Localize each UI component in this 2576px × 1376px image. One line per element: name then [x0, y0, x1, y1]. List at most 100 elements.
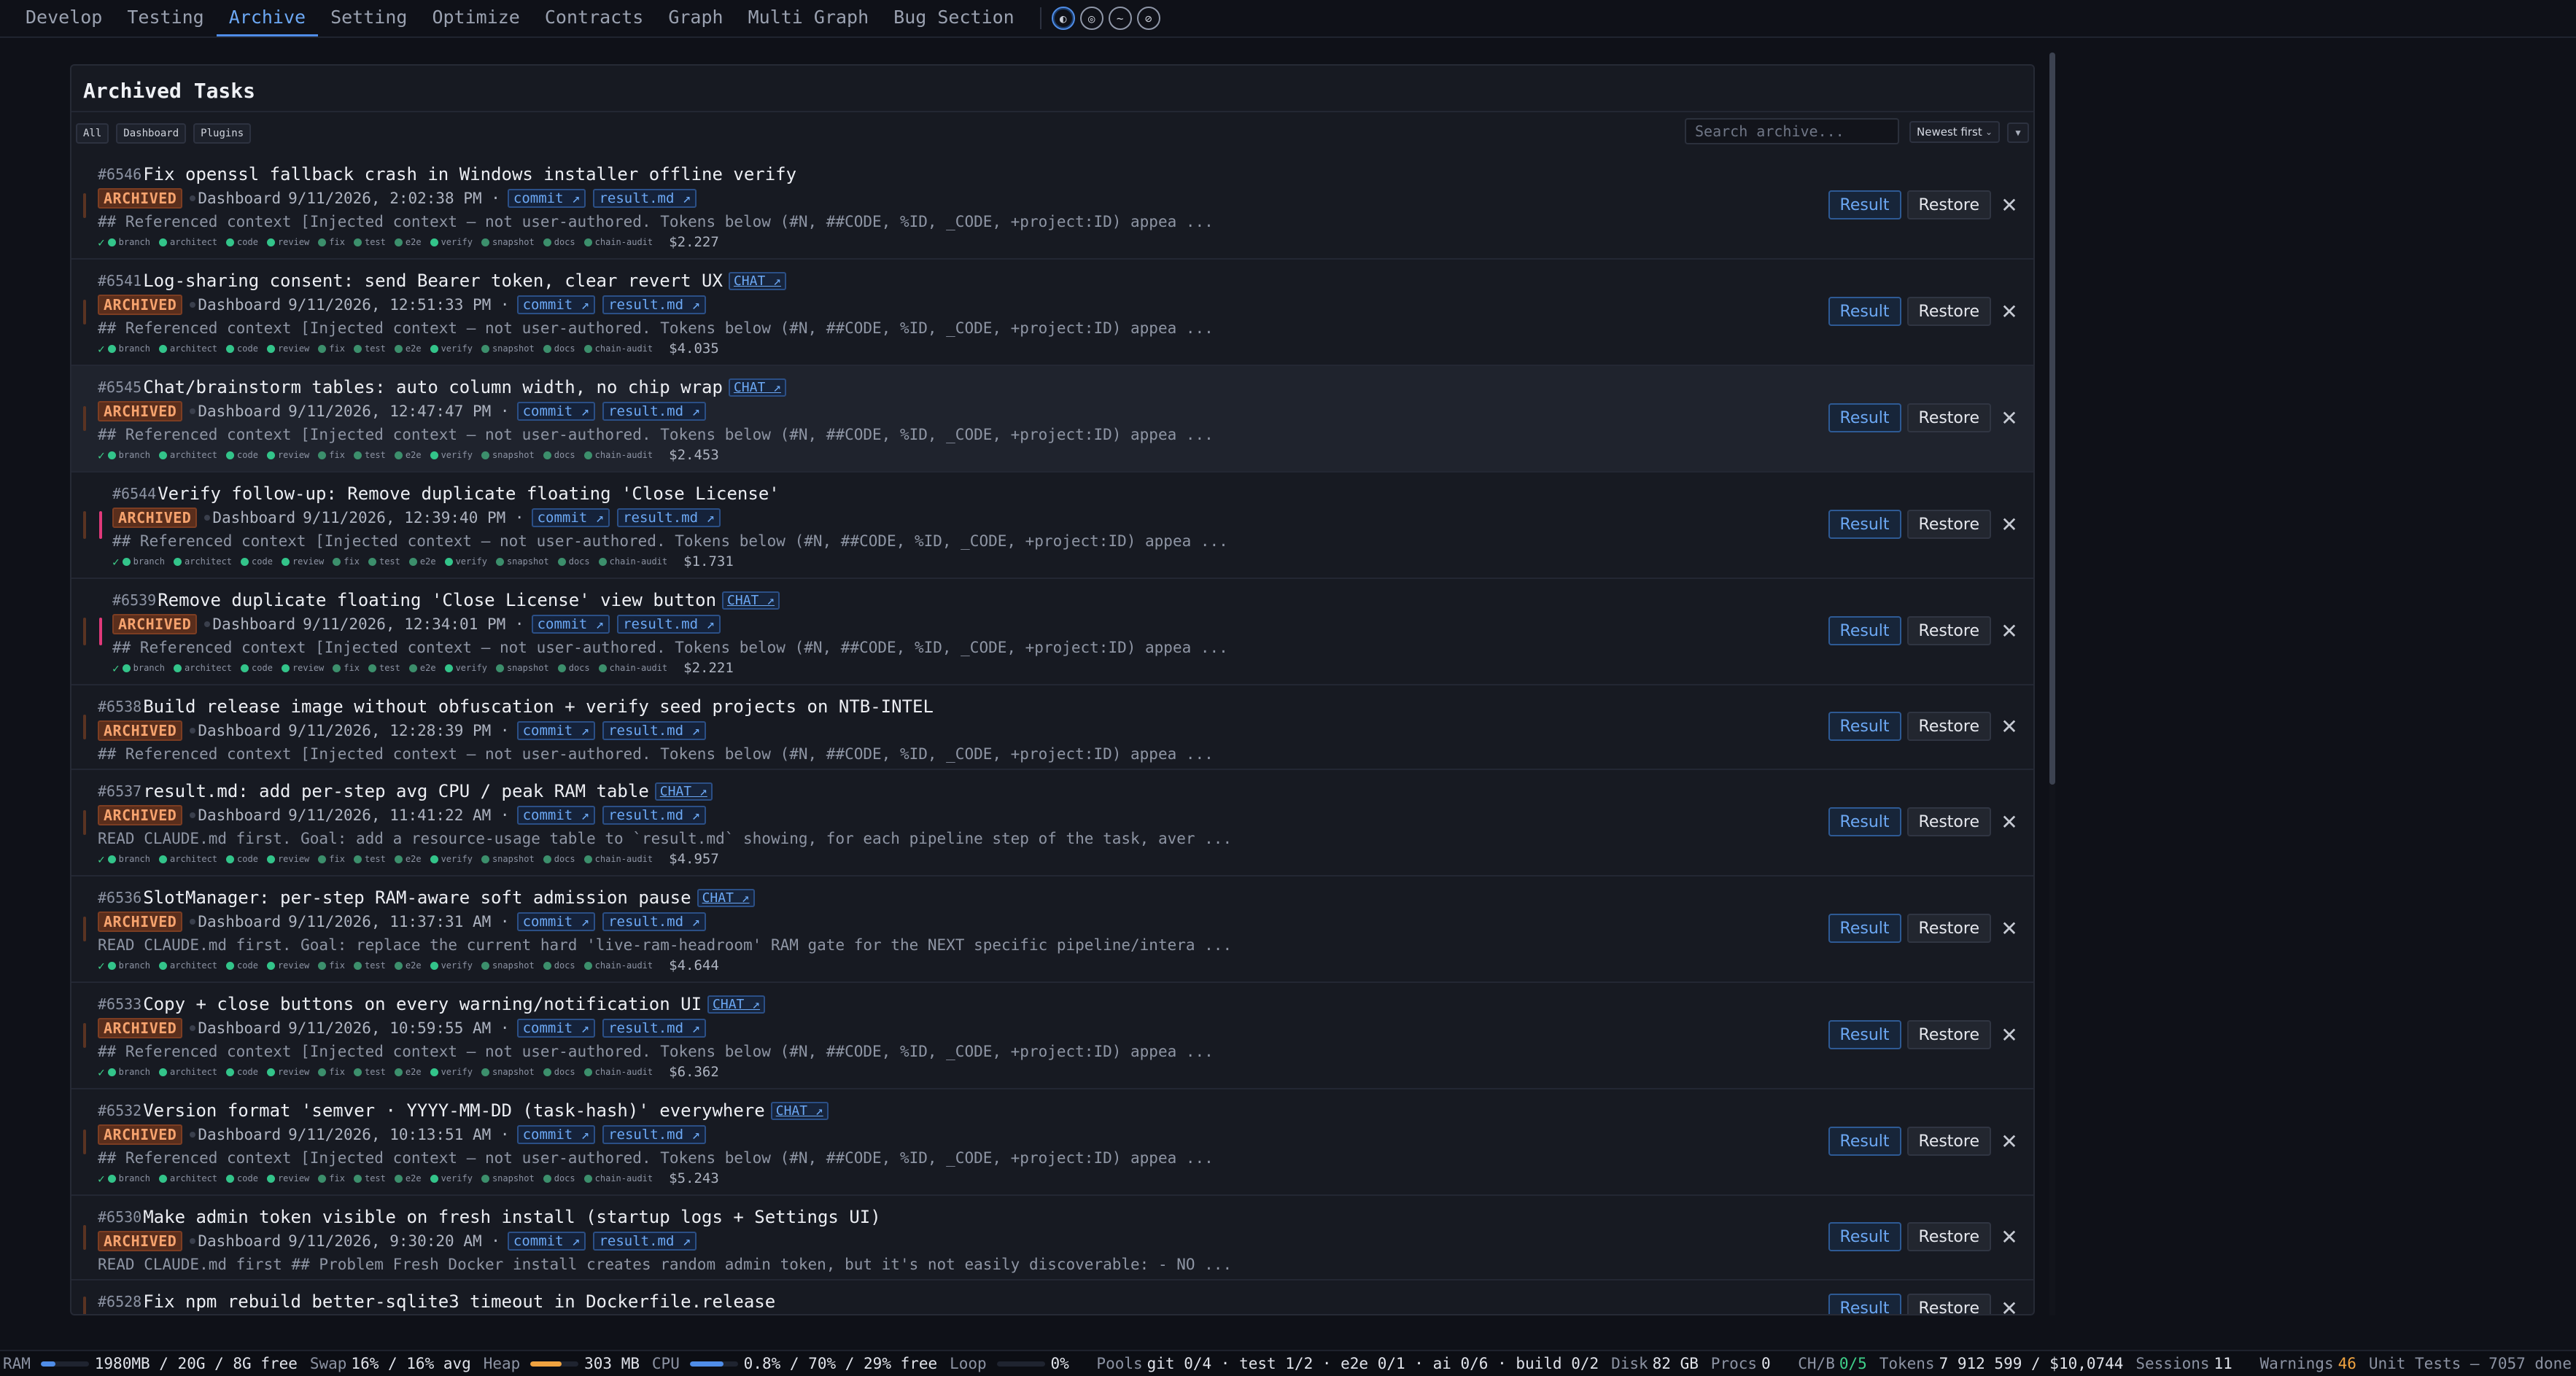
- close-icon[interactable]: ✕: [1997, 715, 2022, 739]
- result-md-link[interactable]: result.md ↗: [602, 402, 706, 421]
- tab-multi-graph[interactable]: Multi Graph: [736, 0, 882, 36]
- tab-setting[interactable]: Setting: [318, 0, 419, 36]
- task-row[interactable]: #6541 Log-sharing consent: send Bearer to…: [71, 260, 2033, 366]
- close-icon[interactable]: ✕: [1997, 619, 2022, 643]
- task-row[interactable]: #6538 Build release image without obfusca…: [71, 685, 2033, 770]
- restore-button[interactable]: Restore: [1906, 403, 1991, 432]
- restore-button[interactable]: Restore: [1906, 1020, 1991, 1049]
- result-md-link[interactable]: result.md ↗: [593, 189, 697, 208]
- result-button[interactable]: Result: [1828, 297, 1901, 326]
- circle-half-icon[interactable]: ◐: [1051, 7, 1075, 30]
- tab-archive[interactable]: Archive: [216, 0, 319, 36]
- result-button[interactable]: Result: [1828, 914, 1901, 943]
- close-icon[interactable]: ✕: [1997, 1130, 2022, 1154]
- task-row[interactable]: #6530 Make admin token visible on fresh i…: [71, 1196, 2033, 1280]
- search-input[interactable]: [1685, 118, 1899, 144]
- chat-link[interactable]: CHAT ↗: [770, 1101, 829, 1120]
- task-row[interactable]: #6536 SlotManager: per-step RAM-aware sof…: [71, 876, 2033, 983]
- commit-link[interactable]: commit ↗: [531, 508, 610, 527]
- result-button[interactable]: Result: [1828, 807, 1901, 836]
- result-md-link[interactable]: result.md ↗: [593, 1232, 697, 1251]
- commit-link[interactable]: commit ↗: [516, 402, 596, 421]
- tab-graph[interactable]: Graph: [656, 0, 735, 36]
- result-md-link[interactable]: result.md ↗: [602, 912, 706, 931]
- tab-optimize[interactable]: Optimize: [419, 0, 532, 36]
- result-button[interactable]: Result: [1828, 1020, 1901, 1049]
- task-row[interactable]: #6544 Verify follow-up: Remove duplicate …: [71, 473, 2033, 579]
- commit-link[interactable]: commit ↗: [516, 1019, 596, 1038]
- scrollbar-thumb[interactable]: [2049, 53, 2055, 785]
- restore-button[interactable]: Restore: [1906, 616, 1991, 645]
- chat-link[interactable]: CHAT ↗: [697, 888, 755, 907]
- close-icon[interactable]: ✕: [1997, 1225, 2022, 1249]
- commit-link[interactable]: commit ↗: [516, 721, 596, 740]
- result-md-link[interactable]: result.md ↗: [602, 806, 706, 825]
- commit-link[interactable]: commit ↗: [516, 1125, 596, 1144]
- tab-testing[interactable]: Testing: [115, 0, 216, 36]
- result-md-link[interactable]: result.md ↗: [617, 615, 721, 634]
- chat-link[interactable]: CHAT ↗: [707, 995, 766, 1014]
- tab-contracts[interactable]: Contracts: [532, 0, 656, 36]
- close-icon[interactable]: ✕: [1997, 810, 2022, 834]
- commit-link[interactable]: commit ↗: [507, 1232, 586, 1251]
- warnings-label[interactable]: Warnings: [2259, 1355, 2333, 1372]
- chat-link[interactable]: CHAT ↗: [728, 271, 786, 290]
- close-icon[interactable]: ✕: [1997, 193, 2022, 217]
- commit-link[interactable]: commit ↗: [531, 615, 610, 634]
- close-icon[interactable]: ✕: [1997, 1297, 2022, 1315]
- restore-button[interactable]: Restore: [1906, 1127, 1991, 1156]
- result-md-link[interactable]: result.md ↗: [617, 508, 721, 527]
- task-row[interactable]: #6539 Remove duplicate floating 'Close Li…: [71, 579, 2033, 685]
- close-icon[interactable]: ✕: [1997, 513, 2022, 537]
- filter-plugins[interactable]: Plugins: [193, 123, 252, 144]
- result-md-link[interactable]: result.md ↗: [602, 1125, 706, 1144]
- chat-link[interactable]: CHAT ↗: [722, 591, 780, 610]
- chat-link[interactable]: CHAT ↗: [728, 378, 786, 397]
- close-icon[interactable]: ✕: [1997, 406, 2022, 430]
- restore-button[interactable]: Restore: [1906, 712, 1991, 741]
- close-icon[interactable]: ✕: [1997, 300, 2022, 324]
- result-button[interactable]: Result: [1828, 403, 1901, 432]
- dropdown-button[interactable]: ▼: [2007, 123, 2029, 143]
- restore-button[interactable]: Restore: [1906, 510, 1991, 539]
- result-md-link[interactable]: result.md ↗: [602, 721, 706, 740]
- commit-link[interactable]: commit ↗: [516, 912, 596, 931]
- task-row[interactable]: #6546 Fix openssl fallback crash in Windo…: [71, 153, 2033, 260]
- task-row[interactable]: #6532 Version format 'semver · YYYY-MM-DD…: [71, 1089, 2033, 1196]
- tab-develop[interactable]: Develop: [13, 0, 115, 36]
- restore-button[interactable]: Restore: [1906, 807, 1991, 836]
- task-row[interactable]: #6537 result.md: add per-step avg CPU / p…: [71, 770, 2033, 876]
- result-button[interactable]: Result: [1828, 616, 1901, 645]
- task-row[interactable]: #6545 Chat/brainstorm tables: auto column…: [71, 366, 2033, 473]
- tab-bug-section[interactable]: Bug Section: [881, 0, 1027, 36]
- restore-button[interactable]: Restore: [1906, 297, 1991, 326]
- result-button[interactable]: Result: [1828, 712, 1901, 741]
- result-button[interactable]: Result: [1828, 1222, 1901, 1251]
- restore-button[interactable]: Restore: [1906, 190, 1991, 219]
- result-button[interactable]: Result: [1828, 510, 1901, 539]
- restore-button[interactable]: Restore: [1906, 1222, 1991, 1251]
- close-icon[interactable]: ✕: [1997, 1023, 2022, 1047]
- wave-icon[interactable]: ~: [1108, 7, 1132, 30]
- filter-all[interactable]: All: [76, 123, 109, 144]
- task-row[interactable]: #6528 Fix npm rebuild better-sqlite3 time…: [71, 1280, 2033, 1315]
- commit-link[interactable]: commit ↗: [507, 189, 586, 208]
- unit-tests-status[interactable]: Unit Tests — 7057 done: [2369, 1355, 2572, 1372]
- warnings-value[interactable]: 46: [2338, 1355, 2356, 1372]
- result-button[interactable]: Result: [1828, 1294, 1901, 1314]
- settings-dot-icon[interactable]: ◎: [1079, 7, 1103, 30]
- result-md-link[interactable]: result.md ↗: [602, 1019, 706, 1038]
- restore-button[interactable]: Restore: [1906, 914, 1991, 943]
- result-button[interactable]: Result: [1828, 1127, 1901, 1156]
- commit-link[interactable]: commit ↗: [516, 295, 596, 314]
- close-icon[interactable]: ✕: [1997, 917, 2022, 941]
- commit-link[interactable]: commit ↗: [516, 806, 596, 825]
- sort-select[interactable]: Newest first ⌄: [1909, 121, 2000, 143]
- slash-circle-icon[interactable]: ⊘: [1136, 7, 1160, 30]
- restore-button[interactable]: Restore: [1906, 1294, 1991, 1314]
- result-button[interactable]: Result: [1828, 190, 1901, 219]
- result-md-link[interactable]: result.md ↗: [602, 295, 706, 314]
- chat-link[interactable]: CHAT ↗: [654, 782, 713, 801]
- task-row[interactable]: #6533 Copy + close buttons on every warni…: [71, 983, 2033, 1089]
- filter-dashboard[interactable]: Dashboard: [116, 123, 187, 144]
